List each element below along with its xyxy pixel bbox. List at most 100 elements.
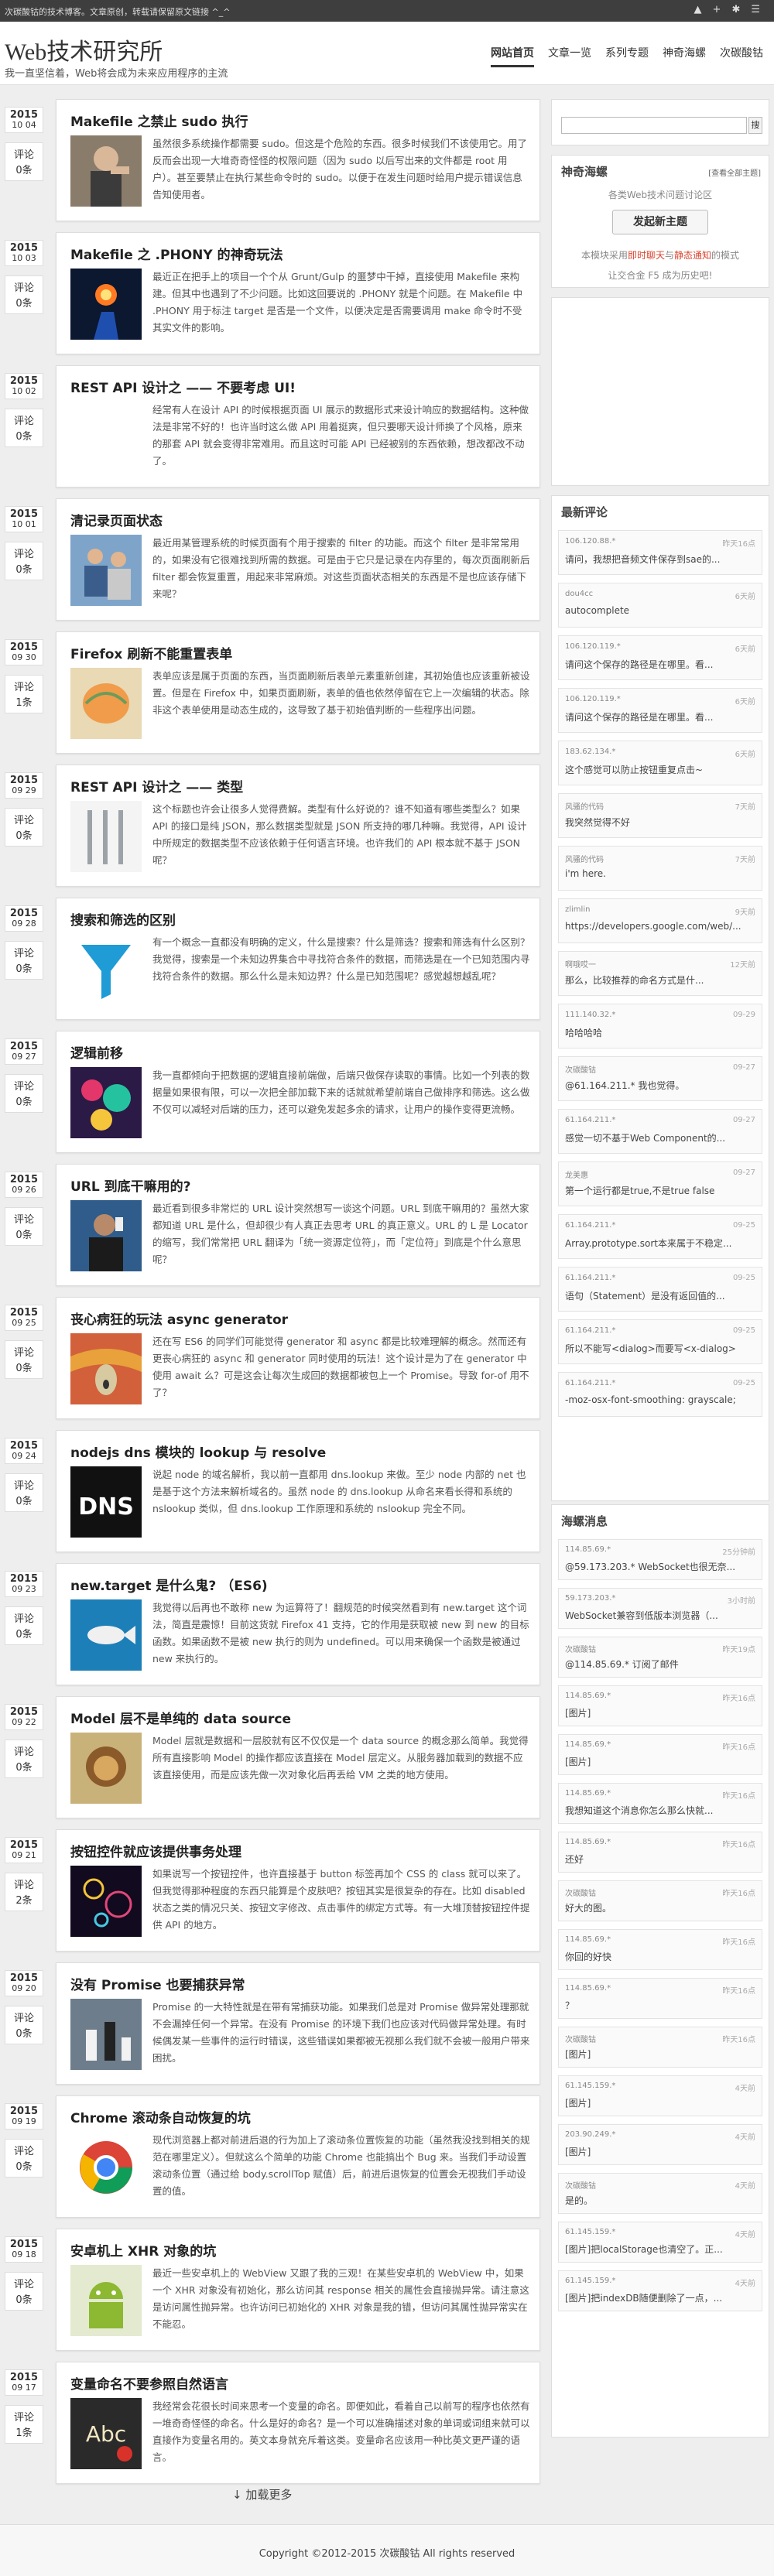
post-thumbnail[interactable]	[70, 934, 142, 1005]
post-title[interactable]: 没有 Promise 也要捕获异常	[70, 1974, 245, 1993]
search-input[interactable]	[561, 117, 747, 134]
load-more-button[interactable]: ↓ 加载更多	[232, 2486, 292, 2502]
post-thumbnail[interactable]	[70, 1866, 142, 1937]
post-title[interactable]: 按钮控件就应该提供事务处理	[70, 1841, 241, 1860]
comment-item[interactable]: 111.140.32.* 09-29 哈哈哈哈	[558, 1004, 762, 1049]
post-title[interactable]: nodejs dns 模块的 lookup 与 resolve	[70, 1442, 326, 1461]
triangle-icon[interactable]: ▲	[694, 4, 702, 15]
post-comment-count[interactable]: 评论 0条	[5, 1606, 43, 1645]
message-item[interactable]: 203.90.249.* 4天前 [图片]	[558, 2124, 762, 2165]
comment-item[interactable]: 106.120.119.* 6天前 请问这个保存的路径是在哪里。看...	[558, 688, 762, 733]
post-thumbnail[interactable]	[70, 1067, 142, 1138]
comment-item[interactable]: 106.120.88.* 昨天16点 请问，我想把音频文件保存到sae的...	[558, 530, 762, 575]
post-title[interactable]: Makefile 之 .PHONY 的神奇玩法	[70, 244, 283, 263]
post-title[interactable]: 搜索和筛选的区别	[70, 909, 176, 929]
post-comment-count[interactable]: 评论 0条	[5, 2006, 43, 2044]
post-title[interactable]: Chrome 滚动条自动恢复的坑	[70, 2107, 251, 2126]
message-item[interactable]: 61.145.159.* 4天前 [图片]把localStorage也清空了。正..…	[558, 2222, 762, 2263]
comment-item[interactable]: 啊哦哎一 12天前 那么，比较推荐的命名方式是什...	[558, 951, 762, 996]
post-thumbnail[interactable]	[70, 269, 142, 340]
nav-hailuo[interactable]: 神奇海螺	[663, 45, 706, 67]
post-thumbnail[interactable]	[70, 1200, 142, 1271]
post-thumbnail[interactable]	[70, 668, 142, 739]
post-title[interactable]: Model 层不是单纯的 data source	[70, 1708, 291, 1727]
post-comment-count[interactable]: 评论 0条	[5, 275, 43, 314]
comment-item[interactable]: 106.120.119.* 6天前 请问这个保存的路径是在哪里。看...	[558, 635, 762, 680]
post-thumbnail[interactable]	[70, 1733, 142, 1804]
comment-item[interactable]: dou4cc 6天前 autocomplete	[558, 583, 762, 628]
nav-home[interactable]: 网站首页	[491, 45, 534, 67]
post-title[interactable]: REST API 设计之 —— 类型	[70, 776, 243, 795]
message-item[interactable]: 114.85.69.* 昨天16点 [图片]	[558, 1685, 762, 1726]
post-title[interactable]: 安卓机上 XHR 对象的坑	[70, 2240, 216, 2260]
comment-item[interactable]: 183.62.134.* 6天前 这个感觉可以防止按钮重复点击~	[558, 741, 762, 785]
nav-author[interactable]: 次碳酸钴	[720, 45, 763, 67]
post-thumbnail[interactable]	[70, 1333, 142, 1404]
post-comment-count[interactable]: 评论 0条	[5, 1340, 43, 1379]
menu-icon[interactable]: ☰	[751, 4, 760, 15]
post-comment-count[interactable]: 评论 0条	[5, 941, 43, 980]
post-thumbnail[interactable]	[70, 801, 142, 872]
gear-icon[interactable]: ✱	[731, 4, 740, 15]
post-comment-count[interactable]: 评论 0条	[5, 142, 43, 181]
post-thumbnail[interactable]: DNS	[70, 1466, 142, 1538]
message-item[interactable]: 61.145.159.* 4天前 [图片]	[558, 2075, 762, 2116]
post-comment-count[interactable]: 评论 1条	[5, 675, 43, 713]
post-title[interactable]: Makefile 之禁止 sudo 执行	[70, 111, 248, 130]
post-thumbnail[interactable]	[70, 535, 142, 606]
post-comment-count[interactable]: 评论 0条	[5, 409, 43, 447]
message-item[interactable]: 114.85.69.* 25分钟前 @59.173.203.* WebSocket也…	[558, 1539, 762, 1580]
post-title[interactable]: REST API 设计之 —— 不要考虑 UI!	[70, 377, 296, 396]
post-thumbnail[interactable]	[70, 1599, 142, 1671]
message-item[interactable]: 59.173.203.* 3小时前 WebSocket兼容到低版本浏览器（...	[558, 1588, 762, 1629]
post-title[interactable]: 变量命名不要参照自然语言	[70, 2373, 228, 2393]
plus-icon[interactable]: +	[713, 4, 721, 15]
post-comment-count[interactable]: 评论 2条	[5, 1873, 43, 1911]
comment-item[interactable]: 61.164.211.* 09-25 所以不能写<dialog>而要写<x-dial…	[558, 1319, 762, 1364]
post-comment-count[interactable]: 评论 0条	[5, 542, 43, 580]
comment-item[interactable]: 风骚的代码 7天前 我突然觉得不好	[558, 793, 762, 838]
post-comment-count[interactable]: 评论 0条	[5, 1740, 43, 1778]
comment-item[interactable]: zlimlin 9天前 https://developers.google.com/…	[558, 898, 762, 943]
hailuo-all-link[interactable]: [查看全部主题]	[708, 166, 761, 178]
comment-item[interactable]: 龙美惠 09-27 第一个运行都是true,不是true false	[558, 1161, 762, 1206]
post-thumbnail[interactable]	[70, 2132, 142, 2203]
post-thumbnail[interactable]	[70, 135, 142, 207]
comment-item[interactable]: 61.164.211.* 09-25 语句（Statement）是没有返回值的...	[558, 1267, 762, 1312]
comment-item[interactable]: 61.164.211.* 09-25 -moz-osx-font-smoothing…	[558, 1372, 762, 1417]
comment-item[interactable]: 风骚的代码 7天前 i'm here.	[558, 846, 762, 891]
site-title[interactable]: Web技术研究所	[5, 32, 163, 67]
post-thumbnail[interactable]: Abc	[70, 2398, 142, 2469]
comment-item[interactable]: 61.164.211.* 09-27 感觉一切不基于Web Component的..…	[558, 1109, 762, 1154]
post-title[interactable]: Firefox 刷新不能重置表单	[70, 643, 232, 662]
post-thumbnail[interactable]	[70, 2265, 142, 2336]
post-title[interactable]: 逻辑前移	[70, 1042, 123, 1062]
post-comment-count[interactable]: 评论 0条	[5, 1207, 43, 1246]
nav-articles[interactable]: 文章一览	[548, 45, 591, 67]
post-title[interactable]: 清记录页面状态	[70, 510, 163, 529]
search-button[interactable]: 搜	[748, 117, 762, 134]
message-item[interactable]: 114.85.69.* 昨天16点 我想知道这个消息你怎么那么快就...	[558, 1783, 762, 1824]
message-item[interactable]: 次碳酸钴 4天前 是的。	[558, 2173, 762, 2214]
post-title[interactable]: URL 到底干嘛用的?	[70, 1175, 191, 1195]
message-item[interactable]: 次碳酸钴 昨天16点 好大的图。	[558, 1880, 762, 1921]
message-item[interactable]: 114.85.69.* 昨天16点 还好	[558, 1832, 762, 1873]
post-title[interactable]: 丧心病狂的玩法 async generator	[70, 1309, 288, 1328]
post-thumbnail[interactable]	[70, 1999, 142, 2070]
post-comment-count[interactable]: 评论 0条	[5, 2272, 43, 2311]
nav-series[interactable]: 系列专题	[605, 45, 649, 67]
post-comment-count[interactable]: 评论 0条	[5, 1074, 43, 1113]
message-item[interactable]: 114.85.69.* 昨天16点 你回的好快	[558, 1929, 762, 1970]
post-comment-count[interactable]: 评论 0条	[5, 808, 43, 847]
message-item[interactable]: 114.85.69.* 昨天16点 [图片]	[558, 1734, 762, 1775]
message-item[interactable]: 次碳酸钴 昨天19点 @114.85.69.* 订阅了邮件	[558, 1637, 762, 1678]
new-topic-button[interactable]: 发起新主题	[612, 210, 708, 234]
post-comment-count[interactable]: 评论 1条	[5, 2405, 43, 2444]
comment-item[interactable]: 次碳酸钴 09-27 @61.164.211.* 我也觉得。	[558, 1056, 762, 1101]
message-item[interactable]: 61.145.159.* 4天前 [图片]把indexDB随便删除了一点，...	[558, 2270, 762, 2311]
post-title[interactable]: new.target 是什么鬼? （ES6)	[70, 1575, 268, 1594]
post-thumbnail[interactable]	[70, 402, 142, 473]
post-comment-count[interactable]: 评论 0条	[5, 2139, 43, 2177]
message-item[interactable]: 次碳酸钴 昨天16点 [图片]	[558, 2027, 762, 2068]
post-comment-count[interactable]: 评论 0条	[5, 1473, 43, 1512]
